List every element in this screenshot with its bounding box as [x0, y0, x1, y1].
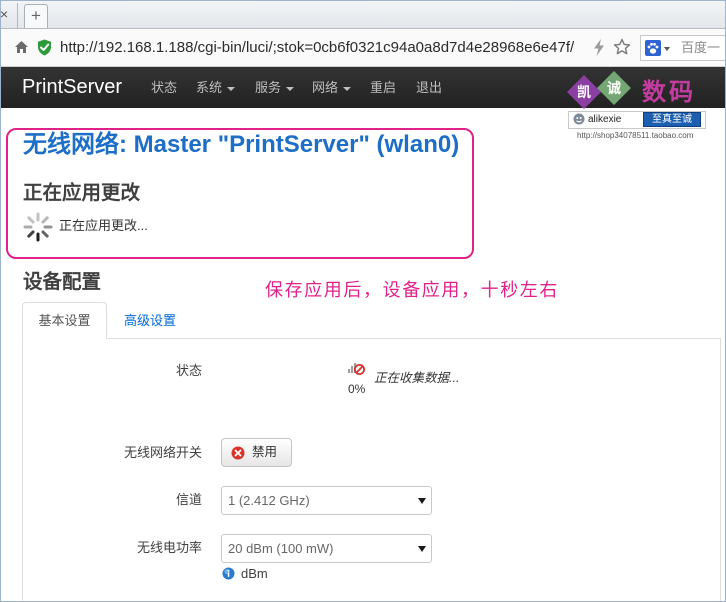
txpower-hint: dBm	[241, 566, 268, 581]
chevron-down-icon[interactable]	[227, 87, 235, 91]
nav-item-reboot[interactable]: 重启	[370, 80, 396, 96]
applying-heading: 正在应用更改	[23, 182, 141, 204]
baidu-paw-icon[interactable]	[645, 40, 661, 56]
watermark-shop-url: http://shop34078511.taobao.com	[577, 131, 694, 140]
disable-button[interactable]: 禁用	[221, 438, 292, 467]
channel-select[interactable]: 1 (2.412 GHz)	[221, 486, 432, 515]
annotation-text: 保存应用后，设备应用，十秒左右	[265, 280, 559, 300]
chat-user-icon	[573, 113, 585, 125]
home-icon[interactable]	[14, 40, 29, 54]
channel-label: 信道	[175, 492, 202, 507]
txpower-label: 无线电功率	[136, 540, 202, 555]
txpower-selected-value: 20 dBm (100 mW)	[228, 541, 334, 556]
tab-basic-settings[interactable]: 基本设置	[22, 302, 107, 339]
watermark-char: 诚	[607, 80, 621, 96]
tab-advanced-settings[interactable]: 高级设置	[107, 302, 193, 339]
status-label: 状态	[175, 363, 202, 378]
signal-none-icon	[347, 359, 365, 377]
search-box[interactable]: 百度一	[640, 35, 726, 61]
applying-message: 正在应用更改...	[59, 218, 148, 233]
new-tab-button[interactable]: +	[24, 4, 48, 28]
bookmark-star-icon[interactable]	[613, 38, 631, 56]
brand-link[interactable]: PrintServer	[22, 75, 122, 99]
nav-item-services[interactable]: 服务	[255, 80, 281, 96]
search-input[interactable]: 百度一	[681, 40, 720, 56]
search-engine-dropdown-icon[interactable]	[664, 47, 670, 51]
chevron-down-icon	[418, 498, 426, 504]
nav-item-logout[interactable]: 退出	[416, 80, 442, 96]
secure-shield-icon[interactable]	[37, 39, 52, 56]
lightning-icon[interactable]	[593, 39, 605, 56]
nav-item-system[interactable]: 系统	[196, 80, 222, 96]
txpower-select[interactable]: 20 dBm (100 mW)	[221, 534, 432, 563]
tab-close-button[interactable]: ×	[0, 6, 8, 22]
watermark-brand: 数码	[642, 79, 696, 106]
signal-percent: 0%	[348, 382, 366, 396]
browser-tab-strip: × +	[0, 0, 726, 29]
watermark-user: alikexie	[588, 114, 622, 125]
chevron-down-icon[interactable]	[286, 87, 294, 91]
disable-button-label: 禁用	[252, 445, 278, 459]
url-input[interactable]: http://192.168.1.188/cgi-bin/luci/;stok=…	[60, 39, 582, 57]
spinner-icon	[22, 211, 54, 243]
nav-item-network[interactable]: 网络	[312, 80, 338, 96]
address-bar: http://192.168.1.188/cgi-bin/luci/;stok=…	[0, 29, 726, 67]
chevron-down-icon[interactable]	[343, 87, 351, 91]
help-icon	[222, 567, 235, 580]
watermark-char: 凯	[577, 84, 591, 100]
remove-icon	[231, 446, 245, 460]
watermark-slogan: 至真至诚	[643, 112, 701, 127]
nav-item-status[interactable]: 状态	[151, 80, 177, 96]
tab-divider	[17, 3, 18, 28]
chevron-down-icon	[418, 546, 426, 552]
channel-selected-value: 1 (2.412 GHz)	[228, 493, 310, 508]
page-title: 无线网络: Master "PrintServer" (wlan0)	[23, 131, 460, 158]
wifi-switch-label: 无线网络开关	[123, 445, 202, 460]
status-text: 正在收集数据...	[374, 371, 460, 385]
section-title: 设备配置	[23, 271, 102, 293]
